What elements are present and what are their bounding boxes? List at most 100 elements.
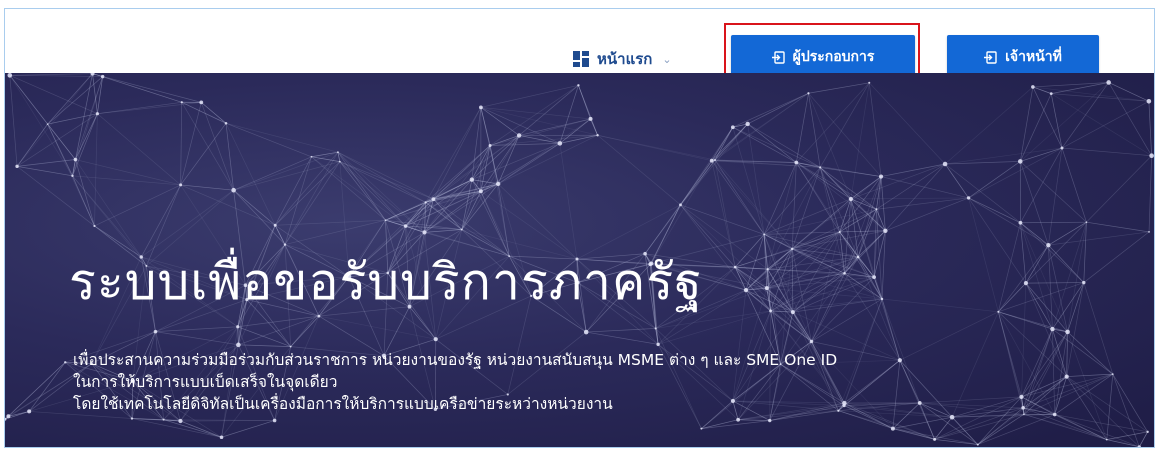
- network-node: [1049, 92, 1053, 96]
- network-line: [839, 176, 882, 233]
- network-node: [883, 228, 888, 233]
- network-line: [738, 419, 770, 421]
- network-line: [1019, 93, 1052, 162]
- network-line: [75, 159, 95, 227]
- network-line: [180, 184, 234, 191]
- network-node: [1017, 159, 1023, 164]
- network-node: [843, 272, 846, 275]
- network-line: [968, 197, 1027, 284]
- network-node: [679, 203, 682, 207]
- network-line: [155, 331, 239, 346]
- network-line: [9, 74, 103, 77]
- network-line: [1086, 221, 1150, 233]
- network-line: [102, 76, 202, 103]
- network-line: [882, 298, 999, 313]
- network-node: [1046, 242, 1051, 248]
- network-line: [869, 82, 946, 165]
- network-line: [680, 127, 734, 206]
- network-node: [337, 151, 339, 154]
- network-line: [405, 179, 473, 227]
- network-node: [46, 123, 49, 125]
- network-node: [15, 164, 19, 169]
- network-line: [461, 191, 482, 230]
- network-node: [942, 161, 948, 167]
- network-line: [311, 156, 340, 162]
- network-line: [714, 159, 736, 268]
- network-node: [807, 92, 810, 95]
- network-node: [236, 325, 240, 329]
- network-node: [880, 297, 884, 301]
- network-line: [97, 113, 181, 186]
- network-node: [73, 157, 78, 162]
- network-line: [385, 219, 462, 230]
- nav-home-link[interactable]: หน้าแรก ⌄: [573, 47, 672, 71]
- network-line: [745, 289, 771, 312]
- network-node: [236, 342, 241, 348]
- network-node: [743, 288, 749, 293]
- network-line: [766, 231, 840, 289]
- network-node: [516, 133, 522, 138]
- network-node: [949, 414, 955, 420]
- network-line: [181, 101, 227, 124]
- network-line: [225, 122, 312, 158]
- network-line: [1020, 222, 1068, 333]
- network-line: [233, 156, 312, 191]
- network-line: [1052, 282, 1085, 330]
- network-line: [997, 222, 1021, 312]
- network-line: [480, 143, 561, 192]
- network-node: [71, 174, 74, 178]
- network-node: [6, 414, 11, 419]
- network-line: [1052, 222, 1087, 330]
- network-node: [384, 219, 387, 221]
- network-line: [233, 189, 276, 226]
- network-line: [838, 410, 935, 440]
- network-node: [180, 101, 183, 104]
- network-node: [1065, 329, 1070, 335]
- network-line: [498, 134, 598, 185]
- network-line: [586, 328, 656, 333]
- network-node: [403, 224, 408, 228]
- network-node: [1149, 153, 1154, 159]
- network-node: [93, 224, 96, 228]
- chevron-down-icon: ⌄: [662, 52, 672, 66]
- network-line: [1061, 82, 1109, 149]
- network-line: [497, 143, 561, 185]
- network-node: [745, 121, 750, 127]
- network-node: [272, 418, 277, 423]
- network-node: [875, 208, 878, 211]
- network-line: [944, 86, 1034, 165]
- network-line: [1106, 431, 1148, 440]
- network-node: [179, 183, 183, 187]
- grid-icon: [573, 51, 589, 67]
- network-line: [880, 176, 969, 199]
- network-line: [480, 84, 579, 108]
- network-line: [714, 159, 793, 250]
- network-line: [1032, 86, 1063, 149]
- network-node: [100, 74, 105, 79]
- network-line: [795, 93, 809, 163]
- network-line: [471, 107, 482, 180]
- network-line: [1020, 222, 1049, 246]
- officer-login-label: เจ้าหน้าที่: [1005, 49, 1062, 65]
- network-node: [848, 196, 853, 202]
- network-line: [238, 344, 291, 347]
- network-line: [1148, 155, 1152, 232]
- network-node: [478, 189, 483, 194]
- network-node: [1023, 280, 1029, 286]
- network-line: [1025, 282, 1084, 284]
- network-line: [180, 420, 222, 438]
- network-line: [221, 420, 275, 438]
- network-line: [1067, 282, 1085, 332]
- network-line: [1048, 231, 1150, 246]
- network-line: [1020, 222, 1085, 283]
- network-line: [747, 92, 809, 125]
- network-node: [736, 417, 741, 422]
- hero-banner: ระบบเพื่อขอรับบริการภาครัฐ เพื่อประสานคว…: [5, 73, 1154, 447]
- network-node: [199, 100, 204, 105]
- network-node: [790, 310, 795, 315]
- network-line: [180, 123, 227, 186]
- hero-title: ระบบเพื่อขอรับบริการภาครัฐ: [69, 253, 703, 311]
- network-line: [480, 106, 591, 120]
- network-node: [424, 201, 427, 204]
- entrepreneur-login-label: ผู้ประกอบการ: [792, 49, 875, 65]
